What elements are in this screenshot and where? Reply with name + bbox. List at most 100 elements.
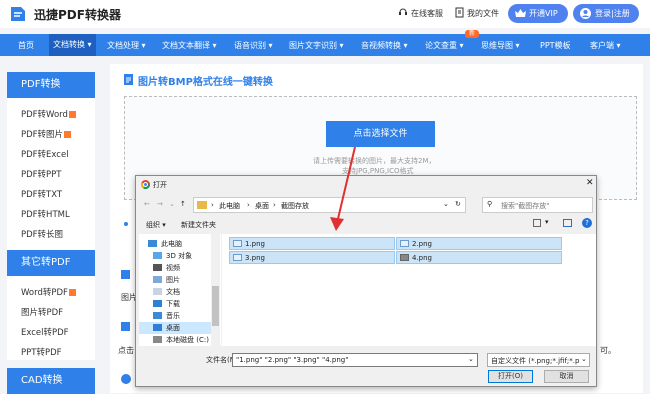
nav-doc-process[interactable]: 文档处理 ▾: [107, 40, 146, 51]
help-icon[interactable]: ?: [582, 218, 592, 228]
tree-item[interactable]: 文档: [166, 287, 180, 297]
new-badge: 新: [465, 30, 479, 38]
hot-icon: [68, 111, 76, 118]
nav-av-convert[interactable]: 音视频转换 ▾: [361, 40, 408, 51]
tree-item[interactable]: 图片: [166, 275, 180, 285]
file-item[interactable]: 1.png: [229, 237, 395, 250]
sidebar-item-image-pdf[interactable]: 图片转PDF: [21, 306, 63, 318]
partial-text: 可。: [600, 346, 616, 355]
sidebar-item-pdf-excel[interactable]: PDF转Excel: [21, 148, 69, 160]
file-item[interactable]: 2.png: [396, 237, 562, 250]
hot-icon: [68, 289, 76, 296]
filename-input[interactable]: "1.png" "2.png" "3.png" "4.png" ⌄: [232, 353, 478, 367]
image-file-icon: [400, 254, 409, 261]
refresh-icon[interactable]: ↻: [455, 200, 461, 208]
user-icon: [580, 8, 591, 19]
image-file-icon: [233, 254, 242, 261]
tree-item[interactable]: 视频: [166, 263, 180, 273]
section-icon: [121, 270, 130, 279]
forward-icon[interactable]: →: [157, 200, 163, 208]
sidebar-head-pdf[interactable]: PDF转换: [7, 72, 95, 98]
filetype-value: 自定义文件 (*.png;*.jfif;*.pjpeg: [491, 357, 579, 365]
sidebar-pdf-panel: [7, 72, 95, 250]
customer-service-link[interactable]: 在线客服: [411, 8, 443, 19]
navigation-pane: 此电脑 3D 对象 视频 图片 文档 下载 音乐 桌面 本地磁盘 (C:): [139, 234, 221, 346]
breadcrumb-item[interactable]: 此电脑: [219, 201, 240, 211]
brand-name: 迅捷PDF转换器: [34, 8, 121, 22]
sidebar-item-word-pdf[interactable]: Word转PDF: [21, 286, 76, 298]
vip-button[interactable]: 开通VIP: [508, 4, 568, 23]
nav-home[interactable]: 首页: [18, 40, 34, 51]
preview-pane-icon[interactable]: [563, 219, 572, 227]
nav-client[interactable]: 客户端 ▾: [590, 40, 621, 51]
tree-item[interactable]: 此电脑: [161, 239, 182, 249]
main-nav: 首页 文档转换 ▾ 文档处理 ▾ 文档文本翻译 ▾ 语音识别 ▾ 图片文字识别 …: [0, 34, 650, 56]
sidebar-head-cad[interactable]: CAD转换: [7, 368, 95, 394]
sidebar-head-other[interactable]: 其它转PDF: [7, 250, 95, 276]
search-box[interactable]: ⚲ 搜索"截图存放": [482, 197, 593, 213]
dialog-title: 打开: [153, 181, 167, 189]
hot-icon: [64, 131, 72, 138]
nav-ocr[interactable]: 图片文字识别 ▾: [289, 40, 344, 51]
file-item[interactable]: 4.png: [396, 251, 562, 264]
info-icon: [121, 374, 131, 384]
open-button[interactable]: 打开(O): [488, 370, 533, 383]
chevron-down-icon[interactable]: ▾: [545, 218, 549, 226]
tree-item[interactable]: 下载: [166, 299, 180, 309]
breadcrumb-item[interactable]: 桌面: [255, 201, 269, 211]
bullet: [124, 222, 128, 226]
breadcrumb-item[interactable]: 截图存放: [281, 201, 309, 211]
open-file-dialog: 打开 ✕ ← → ⌄ ↑ › 此电脑 › 桌面 › 截图存放 ⌄ ↻ ⚲ 搜索"…: [135, 175, 597, 387]
up-icon[interactable]: ↑: [180, 200, 186, 208]
organize-menu[interactable]: 组织 ▾: [146, 220, 166, 230]
back-icon[interactable]: ←: [144, 200, 150, 208]
3d-objects-icon: [153, 252, 162, 259]
filename-value: "1.png" "2.png" "3.png" "4.png": [236, 356, 349, 364]
video-icon: [153, 264, 162, 271]
sidebar-item-pdf-image[interactable]: PDF转图片: [21, 128, 72, 140]
filetype-select[interactable]: 自定义文件 (*.png;*.jfif;*.pjpeg ⌄: [487, 353, 590, 367]
tree-item[interactable]: 本地磁盘 (C:): [166, 335, 209, 345]
chevron-down-icon[interactable]: ⌄: [169, 200, 175, 208]
chevron-down-icon: ⌄: [581, 355, 587, 363]
nav-translate[interactable]: 文档文本翻译 ▾: [162, 40, 217, 51]
tree-item-desktop[interactable]: 桌面: [166, 323, 180, 333]
tree-item[interactable]: 3D 对象: [166, 251, 192, 261]
top-bar: 迅捷PDF转换器 在线客服 我的文件 开通VIP 登录|注册: [0, 0, 650, 28]
sidebar-item-pdf-ppt[interactable]: PDF转PPT: [21, 168, 62, 180]
disk-icon: [153, 336, 162, 343]
chevron-down-icon[interactable]: ⌄: [443, 200, 449, 208]
folder-icon: [197, 201, 207, 209]
my-files-link[interactable]: 我的文件: [467, 8, 499, 19]
page-title: 图片转BMP格式在线一键转换: [138, 77, 273, 88]
close-icon[interactable]: ✕: [586, 178, 594, 188]
sidebar-item-excel-pdf[interactable]: Excel转PDF: [21, 326, 69, 338]
sidebar-item-pdf-long-image[interactable]: PDF转长图: [21, 228, 63, 240]
login-button[interactable]: 登录|注册: [573, 4, 639, 23]
documents-icon: [153, 288, 162, 295]
sidebar-item-pdf-html[interactable]: PDF转HTML: [21, 208, 70, 220]
nav-plagiarism[interactable]: 论文查重 ▾: [425, 40, 464, 51]
cancel-button[interactable]: 取消: [544, 370, 589, 383]
nav-speech[interactable]: 语音识别 ▾: [234, 40, 273, 51]
desktop-icon: [153, 324, 162, 331]
sidebar-item-pdf-word[interactable]: PDF转Word: [21, 108, 76, 120]
tree-item[interactable]: 音乐: [166, 311, 180, 321]
sidebar-item-ppt-pdf[interactable]: PPT转PDF: [21, 346, 62, 358]
image-file-icon: [400, 240, 409, 247]
nav-mindmap[interactable]: 思维导图 ▾: [481, 40, 520, 51]
computer-icon: [148, 240, 157, 247]
scrollbar-thumb[interactable]: [212, 286, 219, 326]
new-folder-button[interactable]: 新建文件夹: [181, 220, 216, 230]
nav-ppt[interactable]: PPT模板: [540, 40, 571, 51]
nav-doc-convert[interactable]: 文档转换 ▾: [49, 34, 96, 56]
file-name: 2.png: [412, 240, 433, 248]
section-icon: [121, 322, 130, 331]
file-icon: [455, 7, 464, 18]
sidebar-item-pdf-txt[interactable]: PDF转TXT: [21, 188, 62, 200]
chevron-down-icon[interactable]: ⌄: [468, 355, 474, 363]
choose-file-button[interactable]: 点击选择文件: [326, 121, 435, 147]
file-item[interactable]: 3.png: [229, 251, 395, 264]
image-file-icon: [233, 240, 242, 247]
view-icon[interactable]: [533, 219, 541, 227]
